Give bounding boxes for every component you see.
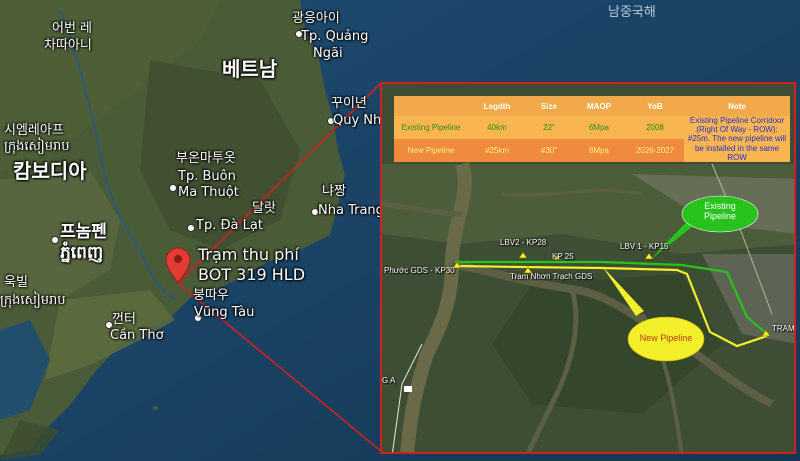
da-lat-label: 달랏 [252, 201, 276, 216]
phnom-penh-label: ភ្នំពេញ [60, 243, 104, 263]
table-cell: 22" [526, 116, 572, 139]
buon-ma-thuot-label: Ma Thuột [178, 185, 239, 200]
phnom-penh-label: 프놈펜 [60, 222, 107, 242]
east-sea-label: 남중국해 [608, 5, 656, 20]
nha-trang-label: 냐짱 [322, 184, 346, 199]
phuoc-gds-label: Phước GDS - KP30 [384, 266, 455, 275]
city-dot [187, 224, 195, 232]
table-cell: 2008 [626, 116, 684, 139]
table-header: MAOP [572, 96, 626, 116]
udon-label: 차따아니 [44, 38, 92, 53]
table-cell: New Pipeline [394, 138, 468, 162]
cambodia-label: 캄보디아 [13, 159, 87, 183]
siem-reap-label: 시엠레아프 [4, 123, 64, 138]
kp25-label: KP 25 [552, 252, 574, 261]
table-cell: Existing Pipeline [394, 116, 468, 139]
quy-nhon-label: 꾸이년 [331, 96, 367, 111]
table-header: Note [684, 96, 790, 116]
buon-ma-thuot-label: 부온마투옷 [176, 151, 236, 166]
nhon-trach-gds-label: Tram Nhơn Trạch GDS [510, 272, 593, 281]
quang-ngai-label: Tp. Quảng [301, 29, 369, 44]
table-cell: #30" [526, 138, 572, 162]
lbv2-label: LBV2 - KP28 [500, 238, 547, 247]
pipeline-spec-table: Legdth Size MAOP YoB Note Existing Pipel… [394, 96, 790, 162]
table-header: Legdth [468, 96, 526, 116]
city-dot [51, 236, 59, 244]
table-cell: 2026-2027 [626, 138, 684, 162]
table-header: Size [526, 96, 572, 116]
nha-trang-label: Nha Trang [318, 203, 384, 218]
table-cell: 8Mpa [572, 138, 626, 162]
kampot-label: 욱빌 [4, 275, 28, 290]
table-row: Existing Pipeline 40km 22" 6Mpa 2008 Exi… [394, 116, 790, 162]
vung-tau-label: 붕따우 [193, 288, 229, 303]
table-header: YoB [626, 96, 684, 116]
vietnam-label: 베트남 [222, 57, 278, 81]
toll-station-label: BOT 319 HLD [198, 265, 306, 284]
tram-label: TRAM [772, 324, 795, 333]
udon-label: 어번 레 [52, 21, 93, 36]
ga-label: G A [382, 376, 396, 385]
can-tho-label: 껀터 [112, 312, 136, 327]
lbv1-label: LBV 1 - KP15 [620, 242, 669, 251]
table-note-cell: Existing Pipeline Corridoor (Right Of Wa… [684, 116, 790, 162]
can-tho-label: Cần Thơ [110, 328, 164, 343]
quang-ngai-label: Ngãi [313, 46, 343, 61]
city-dot [169, 184, 177, 192]
table-cell: 40km [468, 116, 526, 139]
table-header [394, 96, 468, 116]
table-header-row: Legdth Size MAOP YoB Note [394, 96, 790, 116]
toll-station-label: Trạm thu phí [198, 245, 299, 264]
pipeline-inset-map[interactable]: Legdth Size MAOP YoB Note Existing Pipel… [380, 82, 796, 454]
siem-reap-label: ក្រុងសៀមរាប [4, 139, 70, 154]
table-cell: #25km [468, 138, 526, 162]
da-lat-label: Tp. Đà Lạt [196, 218, 263, 233]
existing-pipeline-callout-label: Existing Pipeline [703, 201, 737, 221]
buon-ma-thuot-label: Tp. Buôn [178, 169, 236, 184]
kampot-label: ក្រុងសៀមរាប [0, 293, 66, 308]
quang-ngai-label: 광응아이 [292, 11, 340, 26]
vung-tau-label: Vũng Tàu [194, 305, 255, 320]
table-cell: 6Mpa [572, 116, 626, 139]
new-pipeline-callout-label: New Pipeline [639, 333, 693, 343]
